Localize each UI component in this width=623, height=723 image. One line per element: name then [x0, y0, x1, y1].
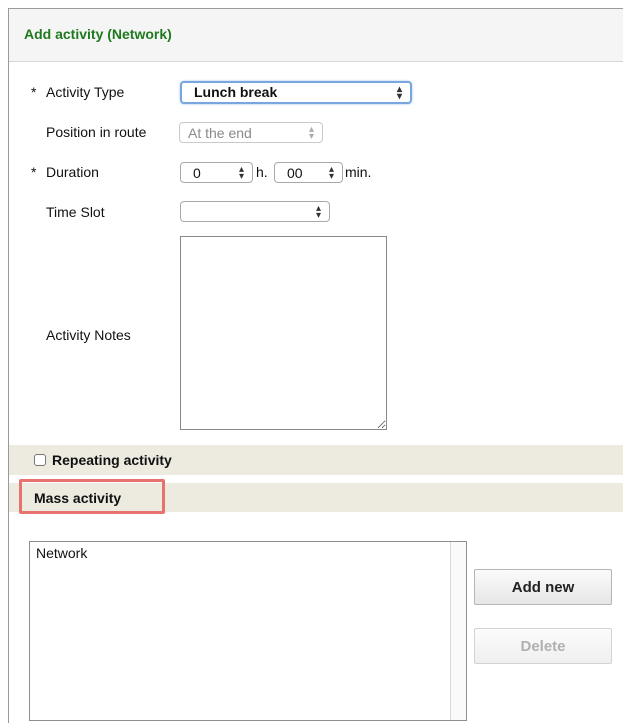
repeating-activity-label: Repeating activity	[52, 452, 172, 468]
hours-unit-label: h.	[256, 164, 268, 180]
mass-activity-highlight	[19, 479, 165, 514]
repeating-activity-checkbox[interactable]	[34, 454, 46, 466]
select-arrows-icon: ▴ ▾	[396, 84, 402, 102]
minutes-unit-label: min.	[345, 164, 372, 180]
duration-hours-value: 0	[193, 165, 201, 181]
select-arrows-icon: ▴ ▾	[328, 164, 334, 182]
duration-label: Duration	[46, 164, 99, 180]
panel-header: Add activity (Network)	[9, 9, 623, 62]
list-scrollbar[interactable]	[450, 542, 466, 720]
duration-minutes-select[interactable]: 00 ▴ ▾	[274, 162, 343, 183]
time-slot-select[interactable]: ▴ ▾	[180, 201, 330, 222]
duration-hours-select[interactable]: 0 ▴ ▾	[180, 162, 253, 183]
activity-type-select[interactable]: Lunch break ▴ ▾	[180, 81, 412, 104]
repeating-activity-band: Repeating activity	[9, 445, 623, 475]
select-arrows-icon: ▴ ▾	[238, 164, 244, 182]
required-marker: *	[31, 164, 37, 180]
activity-notes-label: Activity Notes	[46, 327, 131, 343]
position-in-route-label: Position in route	[46, 124, 147, 140]
activity-notes-textarea[interactable]	[180, 236, 387, 430]
delete-button[interactable]: Delete	[474, 628, 612, 664]
add-new-button[interactable]: Add new	[474, 569, 612, 605]
add-activity-panel: Add activity (Network) * Activity Type L…	[8, 8, 623, 723]
select-arrows-icon: ▴ ▾	[315, 203, 321, 221]
select-arrows-icon: ▴ ▾	[308, 124, 314, 142]
network-list[interactable]: Network	[29, 541, 467, 721]
duration-minutes-value: 00	[287, 165, 303, 181]
list-item[interactable]: Network	[36, 545, 87, 561]
position-in-route-select[interactable]: At the end ▴ ▾	[179, 122, 323, 143]
activity-type-value: Lunch break	[194, 84, 278, 100]
required-marker: *	[31, 84, 37, 100]
activity-type-label: Activity Type	[46, 84, 125, 100]
position-in-route-value: At the end	[188, 125, 252, 141]
time-slot-label: Time Slot	[46, 204, 105, 220]
panel-title: Add activity (Network)	[24, 26, 172, 42]
